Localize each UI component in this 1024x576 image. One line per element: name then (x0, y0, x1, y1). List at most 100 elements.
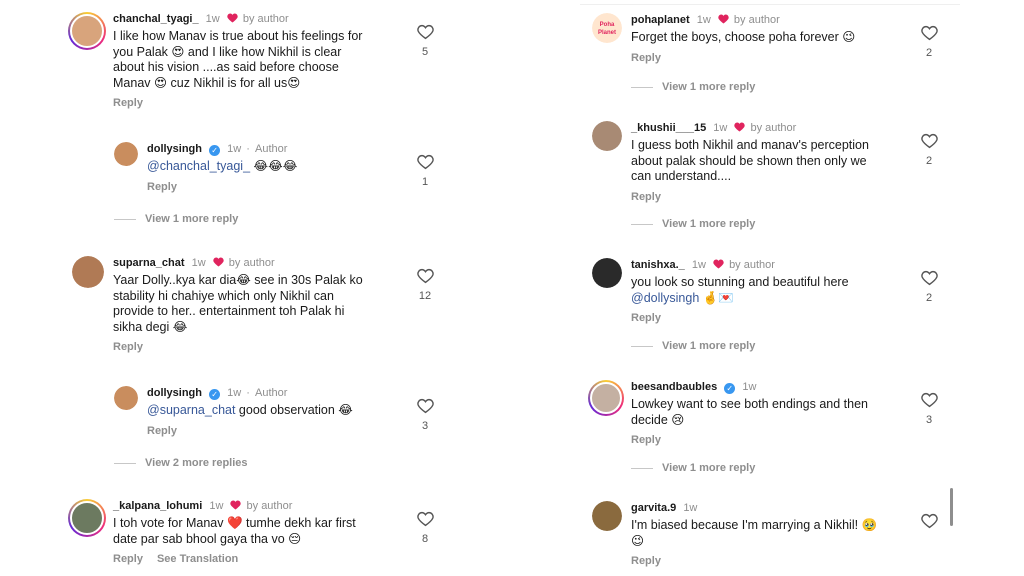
heart-outline-icon (416, 154, 434, 170)
comment-kalpana: _kalpana_lohumi 1w by author I toh vote … (60, 497, 460, 576)
avatar[interactable] (114, 142, 138, 166)
username[interactable]: tanishxa._ (631, 259, 685, 271)
author-label: by author (733, 14, 780, 26)
comment-pohaplanet: Poha Planet pohaplanet 1w by author Forg… (580, 11, 960, 71)
username[interactable]: dollysingh (147, 143, 202, 155)
reply-button[interactable]: Reply (631, 52, 661, 64)
reply-button[interactable]: Reply (147, 425, 177, 437)
timestamp: 1w (191, 257, 206, 269)
timestamp: 1w (227, 387, 242, 399)
like-button[interactable]: 2 (919, 25, 939, 59)
comment-suparna: suparna_chat 1w by author Yaar Dolly..ky… (60, 254, 460, 364)
username[interactable]: chanchal_tyagi_ (113, 13, 199, 25)
like-button[interactable] (919, 513, 939, 529)
like-button[interactable]: 3 (415, 398, 435, 432)
like-count: 1 (421, 176, 429, 188)
author-label: Author (254, 143, 288, 155)
heart-outline-icon (920, 392, 938, 408)
like-button[interactable]: 3 (919, 392, 939, 426)
like-count: 8 (421, 533, 429, 545)
heart-outline-icon (920, 133, 938, 149)
avatar[interactable] (68, 499, 106, 537)
username[interactable]: _kalpana_lohumi (113, 500, 202, 512)
heart-outline-icon (920, 270, 938, 286)
reply-button[interactable]: Reply (113, 97, 143, 109)
reply-button[interactable]: Reply (631, 555, 661, 567)
author-label: by author (729, 259, 775, 271)
username[interactable]: pohaplanet (631, 14, 690, 26)
heart-icon (713, 259, 724, 269)
like-count: 2 (925, 292, 933, 304)
mention-link[interactable]: @dollysingh (631, 291, 699, 305)
heart-outline-icon (920, 25, 938, 41)
username[interactable]: beesandbaubles (631, 381, 717, 393)
heart-outline-icon (416, 511, 434, 527)
like-button[interactable]: 1 (415, 154, 435, 188)
see-translation-button[interactable]: See Translation (157, 553, 238, 565)
comment-text: I guess both Nikhil and manav's percepti… (631, 138, 869, 183)
comment-khushii: _khushii___15 1w by author I guess both … (580, 119, 960, 209)
view-more-replies[interactable]: View 1 more reply (631, 340, 755, 352)
like-count: 2 (925, 47, 933, 59)
like-count: 5 (421, 46, 429, 58)
comment-text: I like how Manav is true about his feeli… (113, 29, 363, 90)
timestamp: 1w (742, 381, 757, 393)
heart-icon (213, 257, 224, 267)
avatar[interactable] (72, 256, 104, 288)
timestamp: 1w (209, 500, 224, 512)
view-more-replies[interactable]: View 1 more reply (631, 81, 755, 93)
comment-text: Forget the boys, choose poha forever 😉 (631, 30, 856, 44)
view-more-replies[interactable]: View 1 more reply (631, 462, 755, 474)
username[interactable]: suparna_chat (113, 257, 185, 269)
reply-dollysingh-1: dollysingh ✓ 1w · Author @chanchal_tyagi… (60, 140, 460, 200)
reply-button[interactable]: Reply (113, 553, 143, 565)
reply-button[interactable]: Reply (631, 312, 661, 324)
like-button[interactable]: 2 (919, 270, 939, 304)
view-more-replies[interactable]: View 1 more reply (114, 213, 238, 225)
avatar[interactable] (592, 121, 622, 151)
like-count: 12 (418, 290, 432, 302)
heart-outline-icon (416, 398, 434, 414)
heart-outline-icon (920, 513, 938, 529)
comment-text: Lowkey want to see both endings and then… (631, 397, 868, 427)
like-button[interactable]: 8 (415, 511, 435, 545)
comment-text: you look so stunning and beautiful here … (631, 275, 849, 305)
reply-button[interactable]: Reply (113, 341, 143, 353)
timestamp: 1w (691, 259, 706, 271)
avatar[interactable] (592, 501, 622, 531)
author-label: by author (750, 122, 797, 134)
scrollbar[interactable] (950, 488, 953, 526)
view-more-replies[interactable]: View 1 more reply (631, 218, 755, 230)
mention-link[interactable]: @chanchal_tyagi_ (147, 159, 250, 173)
timestamp: 1w (683, 502, 698, 514)
comment-text: Yaar Dolly..kya kar dia😂 see in 30s Pala… (113, 273, 363, 334)
avatar[interactable] (588, 380, 624, 416)
avatar[interactable] (68, 12, 106, 50)
like-count: 3 (421, 420, 429, 432)
username[interactable]: _khushii___15 (631, 122, 706, 134)
reply-button[interactable]: Reply (631, 191, 661, 203)
avatar[interactable]: Poha Planet (592, 13, 622, 43)
verified-badge-icon: ✓ (724, 383, 736, 394)
like-button[interactable]: 12 (415, 268, 435, 302)
author-label: Author (254, 387, 288, 399)
avatar[interactable] (592, 258, 622, 288)
comment-tanishxa: tanishxa._ 1w by author you look so stun… (580, 256, 960, 331)
mention-link[interactable]: @suparna_chat (147, 403, 235, 417)
heart-outline-icon (416, 268, 434, 284)
verified-badge-icon: ✓ (209, 389, 221, 400)
heart-icon (734, 122, 746, 132)
avatar[interactable] (114, 386, 138, 410)
comment-chanchal: chanchal_tyagi_ 1w by author I like how … (60, 10, 460, 120)
author-label: by author (246, 500, 293, 512)
username[interactable]: dollysingh (147, 387, 202, 399)
username[interactable]: garvita.9 (631, 502, 676, 514)
divider (580, 4, 960, 5)
reply-button[interactable]: Reply (147, 181, 177, 193)
like-button[interactable]: 2 (919, 133, 939, 167)
view-more-replies[interactable]: View 2 more replies (114, 457, 248, 469)
like-button[interactable]: 5 (415, 24, 435, 58)
reply-button[interactable]: Reply (631, 434, 661, 446)
author-label: by author (228, 257, 275, 269)
timestamp: 1w (227, 143, 242, 155)
